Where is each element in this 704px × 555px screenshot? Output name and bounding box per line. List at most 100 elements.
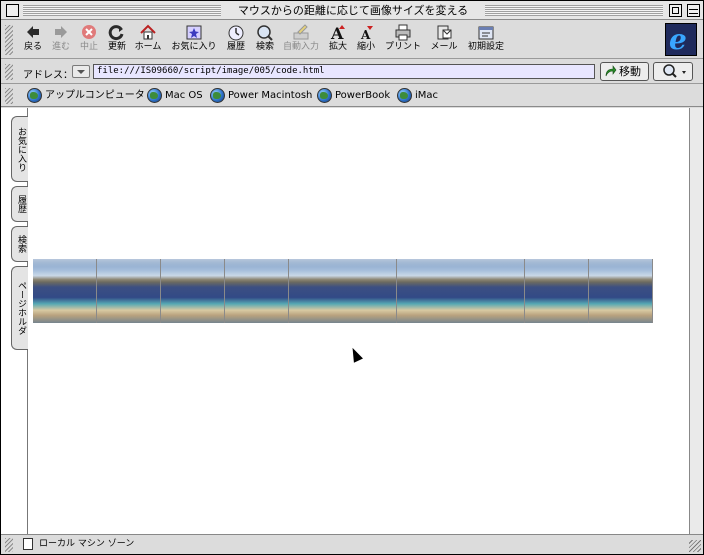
autofill-icon	[292, 24, 310, 41]
preferences-icon	[477, 24, 495, 41]
close-box[interactable]	[6, 4, 19, 17]
search-button[interactable]: 検索	[253, 24, 277, 53]
globe-icon	[27, 88, 42, 103]
beach-image[interactable]	[589, 259, 653, 323]
back-arrow-icon	[24, 24, 42, 41]
favorite-link-imac[interactable]: iMac	[397, 88, 438, 103]
stop-label: 中止	[79, 42, 98, 52]
mail-button[interactable]: メール	[429, 24, 459, 53]
magnifier-icon	[663, 64, 686, 78]
refresh-button[interactable]: 更新	[105, 24, 129, 53]
history-button[interactable]: 履歴	[223, 24, 249, 53]
beach-image[interactable]	[525, 259, 589, 323]
print-label: プリント	[384, 42, 421, 52]
home-icon	[139, 24, 157, 41]
beach-image[interactable]	[161, 259, 225, 323]
globe-icon	[210, 88, 225, 103]
favorites-icon	[185, 24, 203, 41]
svg-text:A: A	[360, 28, 371, 41]
text-larger-icon: A	[329, 24, 347, 43]
stop-icon	[80, 24, 98, 41]
preferences-label: 初期設定	[467, 42, 504, 52]
address-label: アドレス：	[23, 70, 73, 81]
address-input[interactable]: file:///IS09660/script/image/005/code.ht…	[93, 64, 595, 79]
text-smaller-label: 縮小	[356, 42, 375, 52]
preferences-button[interactable]: 初期設定	[465, 24, 507, 53]
print-button[interactable]: プリント	[383, 24, 423, 53]
back-label: 戻る	[23, 42, 42, 52]
resize-handle[interactable]	[689, 540, 701, 552]
beach-image[interactable]	[33, 259, 97, 323]
favorite-label: アップルコンピュータ	[45, 90, 145, 101]
globe-icon	[397, 88, 412, 103]
window-title: マウスからの距離に応じて画像サイズを変える	[223, 3, 483, 18]
stop-button[interactable]: 中止	[77, 24, 101, 53]
favorite-label: Power Macintosh	[228, 90, 313, 101]
tab-page-holder[interactable]: ページホルダ	[11, 266, 28, 350]
autofill-label: 自動入力	[282, 42, 319, 52]
address-bar: アドレス： file:///IS09660/script/image/005/c…	[1, 60, 703, 84]
favorite-link-apple[interactable]: アップルコンピュータ	[27, 88, 145, 103]
beach-image[interactable]	[289, 259, 397, 323]
address-search-button[interactable]	[653, 62, 693, 81]
vertical-scrollbar[interactable]	[689, 108, 703, 534]
go-button[interactable]: 移動	[600, 62, 649, 81]
favorite-link-macos[interactable]: Mac OS	[147, 88, 203, 103]
favorite-label: iMac	[415, 90, 439, 101]
beach-image[interactable]	[225, 259, 289, 323]
status-bar-grip	[5, 538, 13, 552]
go-arrow-icon	[604, 65, 617, 78]
history-label: 履歴	[226, 42, 245, 52]
search-icon	[256, 24, 274, 41]
toolbar-grip[interactable]	[5, 25, 13, 55]
refresh-label: 更新	[107, 42, 126, 52]
address-bar-grip[interactable]	[5, 64, 13, 80]
favorites-label: お気に入り	[171, 42, 217, 52]
favorites-bar-grip[interactable]	[5, 88, 13, 104]
zoom-box[interactable]	[669, 4, 682, 17]
mail-icon	[435, 24, 453, 41]
favorites-bar: アップルコンピュータ Mac OS Power Macintosh PowerB…	[1, 85, 703, 107]
tab-history[interactable]: 履歴	[11, 186, 28, 222]
text-smaller-button[interactable]: A 縮小	[355, 24, 377, 53]
navigation-toolbar: 戻る 進む 中止 更新 ホーム お気に入り 履歴 検索 自動入力 A 拡大 A …	[1, 21, 703, 59]
favorite-label: Mac OS	[165, 90, 203, 101]
globe-icon	[317, 88, 332, 103]
forward-label: 進む	[51, 42, 70, 52]
favorite-link-powerbook[interactable]: PowerBook	[317, 88, 390, 103]
text-smaller-icon: A	[357, 24, 375, 42]
zone-icon	[23, 538, 33, 550]
back-button[interactable]: 戻る	[21, 24, 45, 53]
title-stripes-left	[23, 5, 221, 16]
favorite-label: PowerBook	[335, 90, 391, 101]
ie-logo-icon: e	[665, 23, 697, 56]
title-bar[interactable]: マウスからの距離に応じて画像サイズを変える	[1, 1, 703, 20]
image-row	[33, 259, 653, 323]
print-icon	[394, 24, 412, 41]
refresh-icon	[108, 24, 126, 41]
go-label: 移動	[619, 65, 641, 78]
forward-button[interactable]: 進む	[49, 24, 73, 53]
forward-arrow-icon	[52, 24, 70, 41]
collapse-box[interactable]	[687, 4, 700, 17]
autofill-button[interactable]: 自動入力	[281, 24, 321, 53]
tab-search[interactable]: 検索	[11, 226, 28, 262]
mail-label: メール	[430, 42, 458, 52]
text-larger-button[interactable]: A 拡大	[327, 24, 349, 53]
favorite-link-power-macintosh[interactable]: Power Macintosh	[210, 88, 312, 103]
search-label: 検索	[255, 42, 274, 52]
text-larger-label: 拡大	[328, 42, 347, 52]
beach-image[interactable]	[97, 259, 161, 323]
history-icon	[227, 24, 245, 41]
beach-image[interactable]	[397, 259, 525, 323]
page-content[interactable]	[28, 108, 698, 534]
address-history-dropdown[interactable]	[72, 65, 90, 78]
browser-window: マウスからの距離に応じて画像サイズを変える 戻る 進む 中止 更新 ホーム お気…	[0, 0, 704, 555]
globe-icon	[147, 88, 162, 103]
tab-favorites[interactable]: お気に入り	[11, 116, 28, 182]
home-button[interactable]: ホーム	[133, 24, 163, 53]
status-text: ローカル マシン ゾーン	[39, 539, 135, 549]
status-bar: ローカル マシン ゾーン	[1, 534, 703, 554]
favorites-button[interactable]: お気に入り	[169, 24, 219, 53]
explorer-bar-tabs: お気に入り 履歴 検索 ページホルダ	[1, 108, 28, 534]
